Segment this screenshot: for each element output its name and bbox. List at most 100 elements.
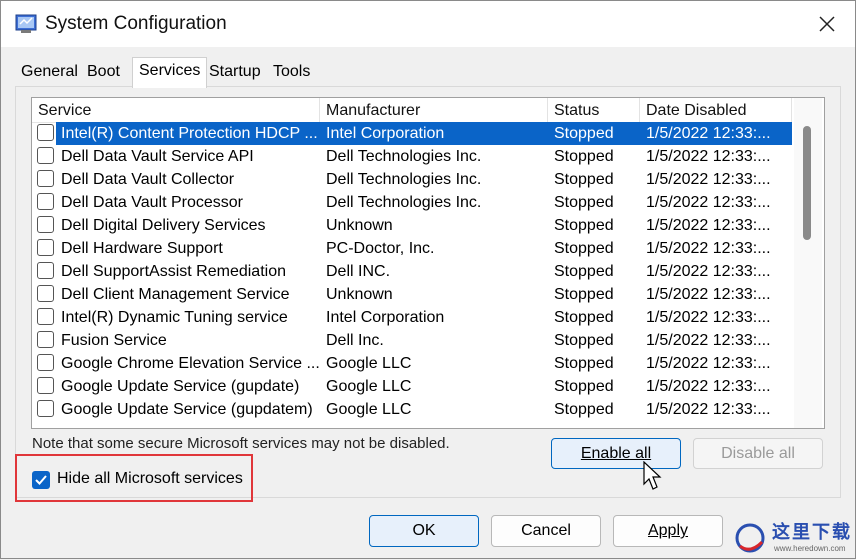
date-disabled-cell: 1/5/2022 12:33:... (646, 217, 771, 234)
table-row[interactable]: Dell Data Vault Processor Dell Technologi… (32, 191, 792, 214)
date-disabled-cell: 1/5/2022 12:33:... (646, 401, 771, 418)
cancel-label: Cancel (521, 522, 571, 539)
column-header-date-disabled[interactable]: Date Disabled (640, 98, 792, 122)
status-cell: Stopped (554, 217, 614, 234)
table-row[interactable]: Fusion Service Dell Inc. Stopped 1/5/2022 1… (32, 329, 792, 352)
watermark: 这里下载 www.heredown.com (726, 514, 856, 560)
table-row[interactable]: Dell Hardware Support PC-Doctor, Inc. Stop… (32, 237, 792, 260)
status-cell: Stopped (554, 378, 614, 395)
manufacturer-cell: Dell Inc. (326, 332, 384, 349)
column-header-service[interactable]: Service (32, 98, 320, 122)
watermark-text: 这里下载 (772, 522, 852, 543)
service-name-cell: Google Update Service (gupdatem) (61, 401, 313, 418)
service-checkbox[interactable] (37, 331, 54, 348)
service-checkbox[interactable] (37, 147, 54, 164)
tab-general[interactable]: General (15, 61, 84, 85)
service-name-cell: Dell Hardware Support (61, 240, 223, 257)
table-row[interactable]: Google Update Service (gupdatem) Google L… (32, 398, 792, 421)
close-icon (819, 16, 835, 32)
date-disabled-cell: 1/5/2022 12:33:... (646, 355, 771, 372)
hide-microsoft-services-label[interactable]: Hide all Microsoft services (57, 470, 243, 488)
services-panel: Service Manufacturer Status Date Disable… (15, 86, 841, 498)
tab-startup[interactable]: Startup (203, 61, 267, 85)
table-row[interactable]: Dell SupportAssist Remediation Dell INC. S… (32, 260, 792, 283)
hide-microsoft-services-highlight: Hide all Microsoft services (15, 454, 253, 502)
manufacturer-cell: Unknown (326, 217, 393, 234)
status-cell: Stopped (554, 286, 614, 303)
date-disabled-cell: 1/5/2022 12:33:... (640, 122, 792, 145)
vertical-scrollbar[interactable] (794, 98, 822, 428)
service-checkbox[interactable] (37, 239, 54, 256)
service-checkbox[interactable] (37, 377, 54, 394)
service-checkbox[interactable] (37, 170, 54, 187)
tab-boot[interactable]: Boot (81, 61, 126, 85)
table-row[interactable]: Dell Data Vault Collector Dell Technologi… (32, 168, 792, 191)
status-cell: Stopped (554, 194, 614, 211)
service-name-cell: Dell Data Vault Collector (61, 171, 235, 188)
date-disabled-cell: 1/5/2022 12:33:... (646, 309, 771, 326)
disable-all-label: Disable all (721, 444, 795, 462)
service-checkbox[interactable] (37, 354, 54, 371)
service-checkbox[interactable] (37, 285, 54, 302)
table-row[interactable]: Dell Data Vault Service API Dell Technolo… (32, 145, 792, 168)
service-checkbox[interactable] (37, 193, 54, 210)
status-cell: Stopped (554, 355, 614, 372)
date-disabled-cell: 1/5/2022 12:33:... (646, 332, 771, 349)
service-name-cell: Intel(R) Content Protection HDCP ... (56, 122, 320, 145)
msconfig-app-icon (15, 14, 37, 33)
service-name-cell: Google Update Service (gupdate) (61, 378, 300, 395)
column-header-status[interactable]: Status (548, 98, 640, 122)
manufacturer-cell: Dell Technologies Inc. (326, 194, 482, 211)
apply-label: Apply (647, 522, 689, 539)
table-row[interactable]: Dell Digital Delivery Services Unknown Sto… (32, 214, 792, 237)
date-disabled-cell: 1/5/2022 12:33:... (646, 171, 771, 188)
status-cell: Stopped (554, 332, 614, 349)
scrollbar-thumb[interactable] (803, 126, 811, 240)
apply-button[interactable]: Apply (613, 515, 723, 547)
tab-services[interactable]: Services (132, 57, 208, 88)
hide-microsoft-services-checkbox[interactable] (32, 471, 50, 489)
service-checkbox[interactable] (37, 124, 54, 141)
table-row[interactable]: Intel(R) Content Protection HDCP ... Inte… (32, 122, 792, 145)
list-header: Service Manufacturer Status Date Disable… (32, 98, 792, 123)
service-name-cell: Dell Digital Delivery Services (61, 217, 266, 234)
service-name-cell: Fusion Service (61, 332, 167, 349)
service-checkbox[interactable] (37, 308, 54, 325)
status-cell: Stopped (554, 309, 614, 326)
close-button[interactable] (799, 1, 855, 47)
date-disabled-cell: 1/5/2022 12:33:... (646, 148, 771, 165)
ok-label: OK (412, 522, 436, 539)
manufacturer-cell: PC-Doctor, Inc. (326, 240, 435, 257)
services-list[interactable]: Service Manufacturer Status Date Disable… (31, 97, 825, 429)
cancel-button[interactable]: Cancel (491, 515, 601, 547)
tab-tools[interactable]: Tools (267, 61, 316, 85)
service-checkbox[interactable] (37, 262, 54, 279)
date-disabled-cell: 1/5/2022 12:33:... (646, 378, 771, 395)
column-header-manufacturer[interactable]: Manufacturer (320, 98, 548, 122)
service-name-cell: Dell SupportAssist Remediation (61, 263, 286, 280)
watermark-logo-icon (735, 523, 765, 553)
window-title: System Configuration (45, 13, 227, 34)
ok-button[interactable]: OK (369, 515, 479, 547)
date-disabled-cell: 1/5/2022 12:33:... (646, 263, 771, 280)
table-row[interactable]: Dell Client Management Service Unknown Sto… (32, 283, 792, 306)
mouse-pointer-icon (643, 461, 662, 490)
manufacturer-cell: Google LLC (326, 355, 412, 372)
manufacturer-cell: Google LLC (326, 378, 412, 395)
manufacturer-cell: Intel Corporation (326, 309, 445, 326)
service-name-cell: Google Chrome Elevation Service ... (61, 355, 320, 372)
table-row[interactable]: Intel(R) Dynamic Tuning service Intel Cor… (32, 306, 792, 329)
status-cell: Stopped (554, 171, 614, 188)
service-checkbox[interactable] (37, 216, 54, 233)
status-cell: Stopped (554, 148, 614, 165)
service-name-cell: Dell Data Vault Service API (61, 148, 254, 165)
disable-all-button[interactable]: Disable all (693, 438, 823, 469)
enable-all-label: Enable all (580, 444, 652, 462)
manufacturer-cell: Dell Technologies Inc. (326, 148, 482, 165)
table-row[interactable]: Google Chrome Elevation Service ... Googl… (32, 352, 792, 375)
status-cell: Stopped (554, 240, 614, 257)
table-row[interactable]: Google Update Service (gupdate) Google LL… (32, 375, 792, 398)
service-name-cell: Dell Client Management Service (61, 286, 290, 303)
service-checkbox[interactable] (37, 400, 54, 417)
service-name-cell: Dell Data Vault Processor (61, 194, 243, 211)
